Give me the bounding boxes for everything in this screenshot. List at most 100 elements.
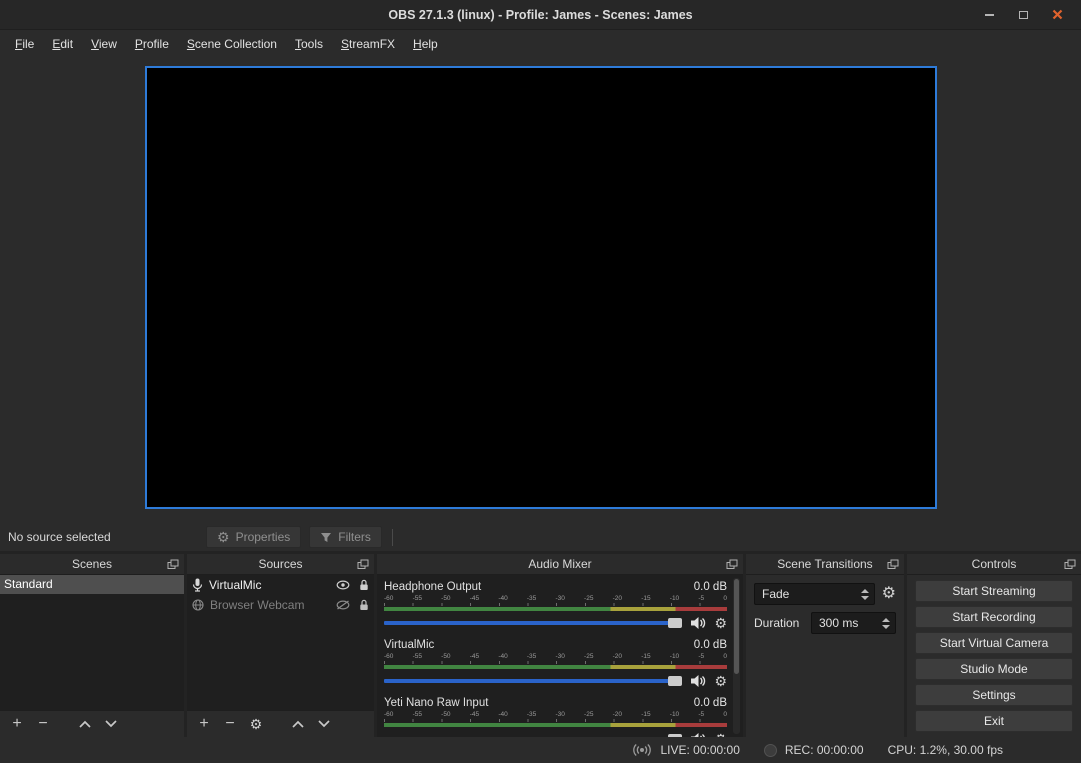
move-source-down-button[interactable]: [316, 716, 332, 733]
popout-icon[interactable]: [357, 559, 369, 570]
program-canvas[interactable]: [145, 66, 937, 509]
scale-tickmarks: [384, 719, 727, 722]
mixer-scrollbar-thumb[interactable]: [734, 579, 739, 674]
audio-mixer-title: Audio Mixer: [528, 557, 591, 571]
transition-properties-gear-button[interactable]: ⚙: [882, 586, 896, 602]
menu-item-help[interactable]: Help: [404, 33, 447, 55]
scene-list-item[interactable]: Standard: [0, 575, 184, 594]
speaker-icon[interactable]: [690, 732, 706, 737]
move-scene-up-button[interactable]: [77, 716, 93, 733]
source-row-controls: [336, 599, 369, 611]
move-scene-down-button[interactable]: [103, 716, 119, 733]
duration-spinbox[interactable]: 300 ms: [811, 612, 896, 634]
source-list-item[interactable]: Browser Webcam: [187, 595, 374, 615]
eye-slash-icon[interactable]: [336, 600, 350, 610]
filter-icon: [320, 532, 332, 543]
channel-gear-button[interactable]: ⚙: [714, 732, 727, 737]
slider-handle[interactable]: [668, 618, 682, 628]
close-button[interactable]: [1047, 5, 1067, 25]
lock-icon[interactable]: [359, 599, 369, 611]
filters-button[interactable]: Filters: [309, 526, 382, 548]
scale-tick: -20: [613, 595, 622, 602]
transition-selected-value: Fade: [762, 587, 789, 601]
start-streaming-button[interactable]: Start Streaming: [915, 580, 1073, 602]
sources-dock: Sources VirtualMic: [187, 554, 374, 737]
popout-icon[interactable]: [726, 559, 738, 570]
spin-up-icon[interactable]: [861, 589, 869, 593]
popout-icon[interactable]: [887, 559, 899, 570]
mixer-channel-yeti-nano: Yeti Nano Raw Input 0.0 dB -60-55-50-45-…: [384, 697, 727, 737]
remove-source-button[interactable]: −: [222, 716, 238, 733]
mixer-scrollbar[interactable]: [733, 578, 740, 734]
controls-dock-title: Controls: [972, 557, 1017, 571]
spin-down-icon[interactable]: [861, 596, 869, 600]
source-name: VirtualMic: [209, 578, 261, 592]
spin-up-icon[interactable]: [882, 618, 890, 622]
popout-icon[interactable]: [167, 559, 179, 570]
minimize-button[interactable]: [979, 5, 999, 25]
volume-slider[interactable]: [384, 621, 682, 625]
volume-meter: [384, 607, 727, 611]
maximize-button[interactable]: [1013, 5, 1033, 25]
live-time-label: LIVE: 00:00:00: [660, 743, 739, 757]
scale-tick: -5: [698, 653, 704, 660]
scene-transitions-dock: Scene Transitions Fade ⚙: [746, 554, 904, 737]
status-bar: LIVE: 00:00:00 REC: 00:00:00 CPU: 1.2%, …: [0, 737, 1081, 763]
slider-handle[interactable]: [668, 676, 682, 686]
eye-icon[interactable]: [336, 580, 350, 590]
remove-scene-button[interactable]: −: [35, 716, 51, 733]
titlebar: OBS 27.1.3 (linux) - Profile: James - Sc…: [0, 0, 1081, 30]
scale-tick: -30: [555, 711, 564, 718]
lock-icon[interactable]: [359, 579, 369, 591]
studio-mode-button[interactable]: Studio Mode: [915, 658, 1073, 680]
menu-item-profile[interactable]: Profile: [126, 33, 178, 55]
sources-toolbar: + − ⚙: [187, 710, 374, 737]
source-properties-gear-button[interactable]: ⚙: [248, 716, 264, 733]
scale-tick: -60: [384, 653, 393, 660]
controls-body: Start Streaming Start Recording Start Vi…: [907, 575, 1081, 737]
settings-button[interactable]: Settings: [915, 684, 1073, 706]
add-scene-button[interactable]: +: [9, 716, 25, 733]
channel-name: Headphone Output: [384, 581, 481, 593]
properties-button-label: Properties: [236, 530, 291, 544]
menu-item-view[interactable]: View: [82, 33, 126, 55]
add-source-button[interactable]: +: [196, 716, 212, 733]
sources-list: VirtualMic: [187, 575, 374, 710]
channel-gear-button[interactable]: ⚙: [714, 674, 727, 688]
exit-button[interactable]: Exit: [915, 710, 1073, 732]
channel-level: 0.0 dB: [694, 697, 727, 709]
scale-tick: -45: [470, 711, 479, 718]
start-recording-button[interactable]: Start Recording: [915, 606, 1073, 628]
transition-combobox[interactable]: Fade: [754, 583, 875, 605]
scale-tick: -50: [441, 653, 450, 660]
scale-tick: -30: [555, 653, 564, 660]
scale-tick: -5: [698, 711, 704, 718]
source-name: Browser Webcam: [210, 598, 304, 612]
source-list-item[interactable]: VirtualMic: [187, 575, 374, 595]
preview-area: [0, 58, 1081, 523]
speaker-icon[interactable]: [690, 674, 706, 688]
popout-icon[interactable]: [1064, 559, 1076, 570]
properties-button[interactable]: ⚙ Properties: [206, 526, 301, 548]
scene-transitions-body: Fade ⚙ Duration 300 ms: [746, 575, 904, 737]
fader-row: ⚙: [384, 616, 727, 630]
start-virtual-camera-button[interactable]: Start Virtual Camera: [915, 632, 1073, 654]
scale-tick: -55: [413, 653, 422, 660]
scale-tick: -35: [527, 711, 536, 718]
volume-slider[interactable]: [384, 679, 682, 683]
combobox-arrows: [861, 589, 874, 600]
channel-gear-button[interactable]: ⚙: [714, 616, 727, 630]
docks-row: Scenes Standard + −: [0, 551, 1081, 737]
move-source-up-button[interactable]: [290, 716, 306, 733]
duration-label: Duration: [754, 616, 804, 630]
menu-item-scene-collection[interactable]: Scene Collection: [178, 33, 286, 55]
spin-down-icon[interactable]: [882, 625, 890, 629]
menu-item-file[interactable]: File: [6, 33, 43, 55]
menu-item-streamfx[interactable]: StreamFX: [332, 33, 404, 55]
speaker-icon[interactable]: [690, 616, 706, 630]
meter-scale: -60-55-50-45-40-35-30-25-20-15-10-50: [384, 711, 727, 718]
scale-tick: -40: [498, 595, 507, 602]
slider-handle[interactable]: [668, 734, 682, 737]
menu-item-tools[interactable]: Tools: [286, 33, 332, 55]
menu-item-edit[interactable]: Edit: [43, 33, 82, 55]
